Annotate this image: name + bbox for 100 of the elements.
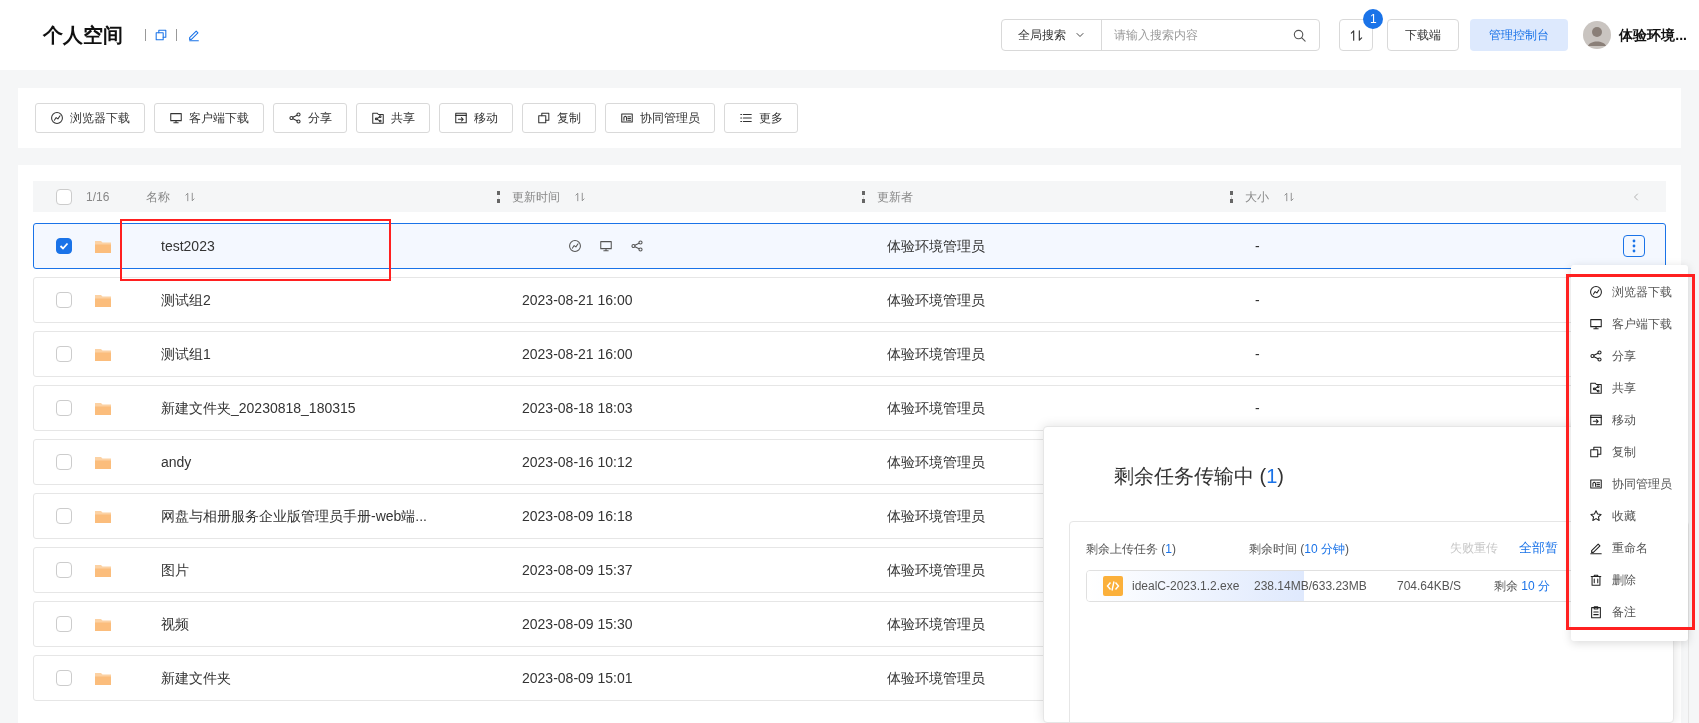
row-checkbox[interactable]: [56, 238, 72, 254]
toolbar-button[interactable]: 协同管理员: [605, 103, 715, 133]
table-cell: 2023-08-21 16:00: [522, 292, 633, 308]
user-name[interactable]: 体验环境...: [1619, 24, 1687, 46]
transfer-speed: 704.64KB/S: [1397, 578, 1463, 595]
transfer-size: 238.14MB/633.23MB: [1254, 578, 1368, 595]
menu-item[interactable]: 浏览器下载: [1571, 278, 1688, 306]
check-icon: [58, 240, 70, 252]
row-checkbox[interactable]: [56, 346, 72, 362]
pause-all-link[interactable]: 全部暂: [1519, 538, 1558, 558]
search-icon[interactable]: [1292, 27, 1308, 43]
menu-item[interactable]: 复制: [1571, 438, 1688, 466]
gauge-icon: [50, 111, 64, 125]
table-cell-text: -: [1255, 236, 1260, 256]
menu-item[interactable]: 重命名: [1571, 534, 1688, 562]
menu-item[interactable]: 收藏: [1571, 502, 1688, 530]
table-cell: 体验环境管理员: [887, 292, 985, 308]
column-header[interactable]: 大小: [1245, 187, 1269, 206]
share-icon[interactable]: [630, 239, 644, 253]
file-name[interactable]: 网盘与相册服务企业版管理员手册-web端...: [161, 508, 427, 524]
folder-icon: [94, 670, 112, 686]
toolbar-button[interactable]: 浏览器下载: [35, 103, 145, 133]
id-card-icon: [1589, 477, 1603, 491]
monitor-icon: [1589, 317, 1603, 331]
menu-item[interactable]: 移动: [1571, 406, 1688, 434]
pen-icon: [1589, 541, 1603, 555]
admin-console-button[interactable]: 管理控制台: [1470, 19, 1569, 51]
file-name[interactable]: 图片: [161, 562, 189, 578]
file-name: idealC-2023.1.2.exe: [1132, 578, 1241, 595]
page-title: 个人空间: [43, 23, 123, 48]
row-checkbox[interactable]: [56, 670, 72, 686]
sort-icon[interactable]: [1283, 190, 1295, 203]
folder-icon: [94, 292, 112, 308]
menu-item[interactable]: 共享: [1571, 374, 1688, 402]
more-actions-button[interactable]: [1623, 235, 1645, 257]
menu-item[interactable]: 协同管理员: [1571, 470, 1688, 498]
table-cell-text: -: [1255, 344, 1260, 364]
column-resize-handle[interactable]: [862, 190, 865, 203]
file-name[interactable]: 测试组1: [161, 346, 211, 362]
sort-icon[interactable]: [184, 190, 196, 203]
download-client-button[interactable]: 下载端: [1387, 19, 1460, 51]
copy-icon[interactable]: [154, 28, 168, 42]
share-icon: [1589, 349, 1603, 363]
code-file-icon: [1103, 576, 1123, 596]
gauge-icon[interactable]: [568, 239, 582, 253]
row-checkbox[interactable]: [56, 508, 72, 524]
column-header[interactable]: 更新者: [877, 187, 913, 206]
toolbar-button[interactable]: 共享: [356, 103, 430, 133]
file-name[interactable]: test2023: [161, 238, 215, 254]
column-header[interactable]: 更新时间: [512, 187, 560, 206]
select-all-checkbox[interactable]: [56, 188, 72, 205]
share-icon: [288, 111, 302, 125]
search-field[interactable]: 请输入搜索内容: [1114, 26, 1293, 44]
toolbar-button[interactable]: 复制: [522, 103, 596, 133]
table-cell-text: -: [1255, 398, 1260, 418]
toolbar-button[interactable]: 移动: [439, 103, 513, 133]
file-name[interactable]: 新建文件夹: [161, 670, 231, 686]
row-checkbox[interactable]: [56, 616, 72, 632]
toolbar-button[interactable]: 更多: [724, 103, 798, 133]
toolbar-button[interactable]: 分享: [273, 103, 347, 133]
file-name[interactable]: 视频: [161, 616, 189, 632]
file-name[interactable]: andy: [161, 454, 192, 470]
menu-item[interactable]: 备注: [1571, 598, 1688, 626]
file-name[interactable]: 新建文件夹_20230818_180315: [161, 400, 356, 416]
gauge-icon: [1589, 285, 1603, 299]
search-scope-dropdown[interactable]: 全局搜索: [1002, 20, 1103, 50]
list-icon: [739, 111, 753, 125]
column-resize-handle[interactable]: [497, 190, 500, 203]
table-cell: 2023-08-09 15:30: [522, 616, 633, 632]
table-cell: 体验环境管理员: [887, 400, 985, 416]
clipboard-icon: [1589, 605, 1603, 619]
menu-item[interactable]: 客户端下载: [1571, 310, 1688, 338]
panel-title: 剩余任务传输中 (1): [1114, 464, 1284, 489]
edit-icon[interactable]: [187, 28, 201, 42]
column-resize-handle[interactable]: [1230, 190, 1233, 203]
menu-item[interactable]: 删除: [1571, 566, 1688, 594]
notification-badge: 1: [1363, 9, 1384, 29]
upload-task-count: 剩余上传任务 (1): [1086, 541, 1177, 558]
folder-icon: [94, 400, 112, 416]
menu-item[interactable]: 分享: [1571, 342, 1688, 370]
row-checkbox[interactable]: [56, 454, 72, 470]
search-bar[interactable]: 全局搜索 请输入搜索内容: [1001, 19, 1321, 51]
table-cell: 2023-08-21 16:00: [522, 346, 633, 362]
folder-share-icon: [371, 111, 385, 125]
monitor-icon[interactable]: [599, 239, 613, 253]
avatar[interactable]: [1583, 21, 1612, 49]
star-icon: [1589, 509, 1603, 523]
table-cell: 体验环境管理员: [887, 346, 985, 362]
trash-icon: [1589, 573, 1603, 587]
move-icon: [1589, 413, 1603, 427]
row-checkbox[interactable]: [56, 562, 72, 578]
toolbar-button[interactable]: 客户端下载: [154, 103, 264, 133]
table-cell: 2023-08-09 16:18: [522, 508, 633, 524]
file-name[interactable]: 测试组2: [161, 292, 211, 308]
row-checkbox[interactable]: [56, 400, 72, 416]
folder-icon: [94, 346, 112, 362]
folder-icon: [94, 454, 112, 470]
table-cell: 2023-08-09 15:01: [522, 670, 633, 686]
sort-icon[interactable]: [574, 190, 586, 203]
row-checkbox[interactable]: [56, 292, 72, 308]
